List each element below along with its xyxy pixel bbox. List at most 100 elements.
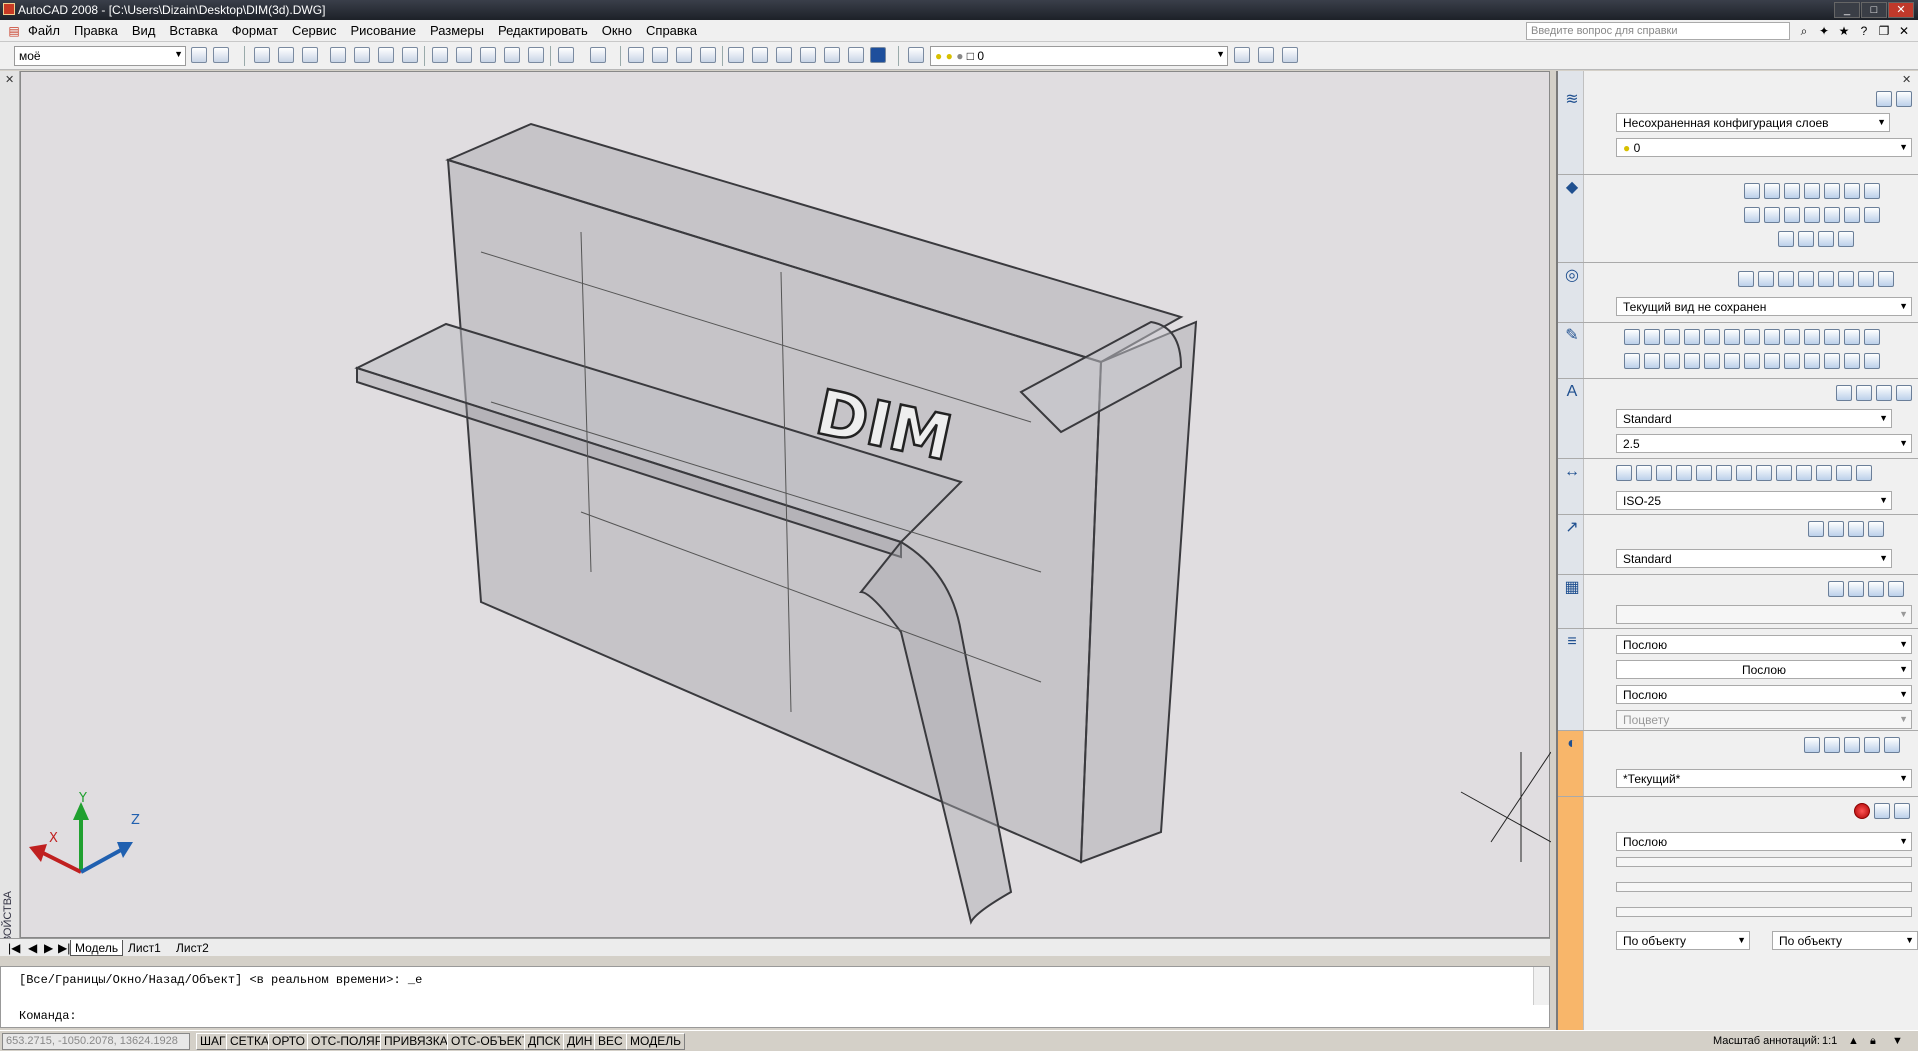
scale-icon[interactable] xyxy=(1784,353,1800,369)
tab-layout2[interactable]: Лист2 xyxy=(172,940,213,956)
tool-palettes-icon[interactable] xyxy=(776,47,792,63)
xline-icon[interactable] xyxy=(1644,329,1660,345)
lineweight-combo[interactable]: Послою ▼ xyxy=(1616,685,1912,704)
union-icon[interactable] xyxy=(1778,231,1794,247)
3d-dwf-icon[interactable] xyxy=(402,47,418,63)
polar-toggle[interactable]: ОТС-ПОЛЯР xyxy=(307,1033,387,1050)
menu-tools[interactable]: Сервис xyxy=(292,23,337,38)
dim-space-icon[interactable] xyxy=(1836,465,1852,481)
tab-layout1[interactable]: Лист1 xyxy=(124,940,165,956)
layer-state-combo[interactable]: Несохраненная конфигурация слоев ▼ xyxy=(1616,113,1890,132)
dim-arc-icon[interactable] xyxy=(1676,465,1692,481)
walk-icon[interactable] xyxy=(1798,271,1814,287)
sheet-set-icon[interactable] xyxy=(800,47,816,63)
help-search-input[interactable]: Введите вопрос для справки xyxy=(1526,22,1790,40)
slice-icon[interactable] xyxy=(1844,207,1860,223)
save-icon[interactable] xyxy=(302,47,318,63)
zoom-previous-icon[interactable] xyxy=(700,47,716,63)
ellipse-arc-icon[interactable] xyxy=(1824,329,1840,345)
mleader-collect-icon[interactable] xyxy=(1868,521,1884,537)
dyn-toggle[interactable]: ДИН xyxy=(563,1033,597,1050)
layer-combo[interactable]: ● ● ● □ 0 ▼ xyxy=(930,46,1228,66)
paste-icon[interactable] xyxy=(480,47,496,63)
plot-icon[interactable] xyxy=(330,47,346,63)
xray-icon[interactable] xyxy=(1864,737,1880,753)
ellipse-icon[interactable] xyxy=(1804,329,1820,345)
close-icon[interactable]: ✕ xyxy=(1902,73,1911,86)
new-file-icon[interactable] xyxy=(254,47,270,63)
linetype-combo[interactable]: Послою ▼ xyxy=(1616,660,1912,679)
dim-radius-icon[interactable] xyxy=(1696,465,1712,481)
properties-icon[interactable] xyxy=(728,47,744,63)
dim-quick-icon[interactable] xyxy=(1776,465,1792,481)
table-zoom-icon[interactable] xyxy=(1868,581,1884,597)
zoom-realtime-icon[interactable] xyxy=(652,47,668,63)
properties-palette-collapsed[interactable]: ✕ СВОЙСТВА xyxy=(0,71,20,951)
presspull-icon[interactable] xyxy=(1824,207,1840,223)
layers-icon[interactable]: ≋ xyxy=(1563,91,1581,109)
tab-nav-prev-icon[interactable]: ◀ xyxy=(24,940,41,956)
calculator-icon[interactable] xyxy=(848,47,864,63)
menu-modify[interactable]: Редактировать xyxy=(498,23,588,38)
dim-baseline-icon[interactable] xyxy=(1796,465,1812,481)
insert-block-icon[interactable] xyxy=(1844,329,1860,345)
help-icon[interactable]: ? xyxy=(1856,23,1872,39)
layer-current-combo[interactable]: ● 0 ▼ xyxy=(1616,138,1912,157)
mtext-icon[interactable] xyxy=(1836,385,1852,401)
dim-ordinate-icon[interactable] xyxy=(1656,465,1672,481)
materials-icon[interactable] xyxy=(1874,803,1890,819)
draw-icon[interactable]: ✎ xyxy=(1563,327,1581,345)
spell-check-icon[interactable] xyxy=(1896,385,1912,401)
publish-icon[interactable] xyxy=(378,47,394,63)
spline-icon[interactable] xyxy=(1784,329,1800,345)
table-insert-icon[interactable] xyxy=(1828,581,1844,597)
erase-icon[interactable] xyxy=(1644,353,1660,369)
cone-icon[interactable] xyxy=(1784,183,1800,199)
line-icon[interactable] xyxy=(1624,329,1640,345)
close-icon[interactable]: ✕ xyxy=(5,73,14,86)
markup-icon[interactable] xyxy=(824,47,840,63)
sphere-icon[interactable] xyxy=(1804,183,1820,199)
dim-aligned-icon[interactable] xyxy=(1636,465,1652,481)
camera-icon[interactable] xyxy=(1838,271,1854,287)
layer-previous-icon[interactable] xyxy=(1258,47,1274,63)
named-views-icon[interactable] xyxy=(1878,271,1894,287)
coordinate-readout[interactable]: 653.2715, -1050.2078, 13624.1928 xyxy=(2,1033,190,1050)
loft-icon[interactable] xyxy=(1804,207,1820,223)
offset-icon[interactable] xyxy=(1704,353,1720,369)
design-center-icon[interactable] xyxy=(752,47,768,63)
revolve-icon[interactable] xyxy=(1764,207,1780,223)
command-prompt[interactable]: Команда: xyxy=(19,1009,77,1023)
osnap-toggle[interactable]: ПРИВЯЗКА xyxy=(380,1033,452,1050)
customize-icon[interactable] xyxy=(213,47,229,63)
subtract-icon[interactable] xyxy=(1798,231,1814,247)
revcloud-icon[interactable] xyxy=(1764,329,1780,345)
table-edit-icon[interactable] xyxy=(1848,581,1864,597)
mirror-icon[interactable] xyxy=(1684,353,1700,369)
conceptual-icon[interactable] xyxy=(1844,737,1860,753)
map-icon[interactable] xyxy=(1894,803,1910,819)
menu-window[interactable]: Окно xyxy=(602,23,632,38)
stretch-icon[interactable] xyxy=(1804,353,1820,369)
extrude-icon[interactable] xyxy=(1744,207,1760,223)
pan-icon[interactable] xyxy=(1738,271,1754,287)
render-icon[interactable] xyxy=(1854,803,1870,819)
zoom-window-icon[interactable] xyxy=(676,47,692,63)
copy-object-icon[interactable] xyxy=(1664,353,1680,369)
menu-draw[interactable]: Рисование xyxy=(350,23,415,38)
3d-make-icon[interactable]: ◆ xyxy=(1563,179,1581,197)
dim-diameter-icon[interactable] xyxy=(1716,465,1732,481)
break-icon[interactable] xyxy=(1864,353,1880,369)
menu-view[interactable]: Вид xyxy=(132,23,156,38)
otrack-toggle[interactable]: ОТС-ОБЪЕКТ xyxy=(447,1033,533,1050)
annotation-visibility-icon[interactable]: ▲ xyxy=(1848,1035,1859,1047)
cut-icon[interactable] xyxy=(432,47,448,63)
mleader-style-combo[interactable]: Standard ▼ xyxy=(1616,549,1892,568)
snap-toggle[interactable]: ШАГ xyxy=(196,1033,230,1050)
help-icon[interactable] xyxy=(870,47,886,63)
command-line-window[interactable]: [Все/Границы/Окно/Назад/Объект] <в реаль… xyxy=(0,966,1550,1028)
dim-break-icon[interactable] xyxy=(1856,465,1872,481)
pyramid-icon[interactable] xyxy=(1864,183,1880,199)
document-icon[interactable]: ▤ xyxy=(6,23,22,39)
rectangle-icon[interactable] xyxy=(1704,329,1720,345)
